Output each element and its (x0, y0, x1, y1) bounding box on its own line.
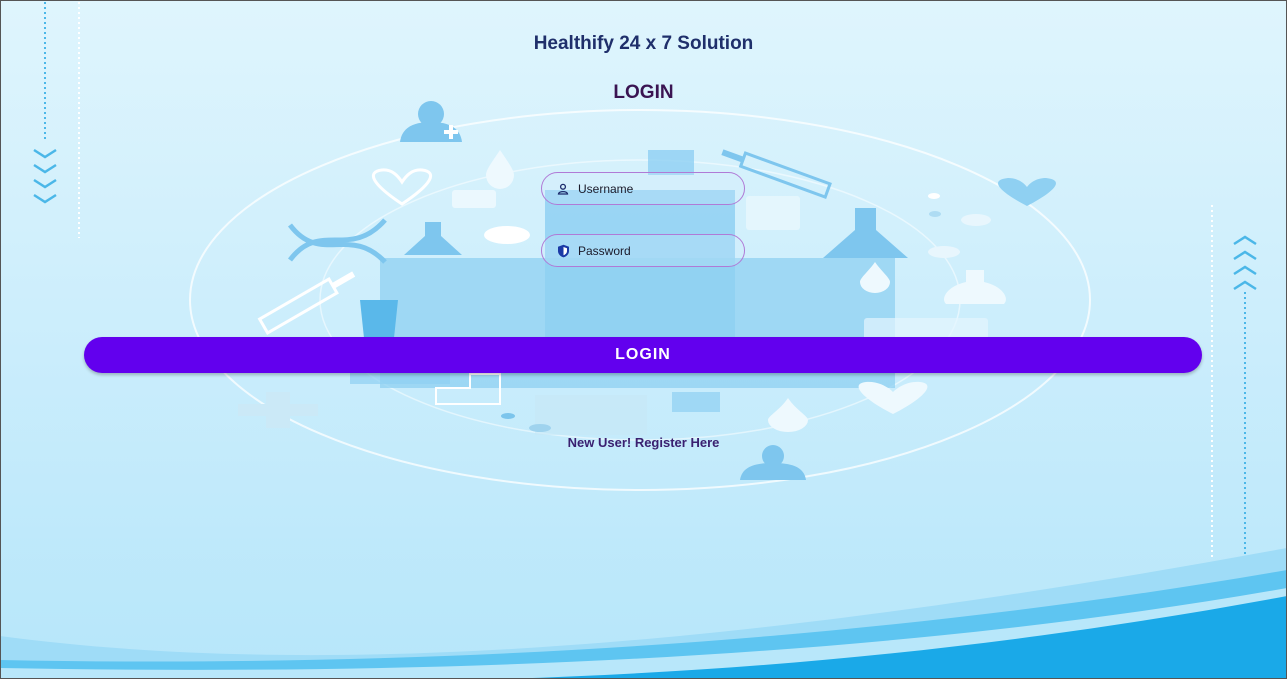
username-field[interactable] (541, 172, 745, 205)
register-link[interactable]: New User! Register Here (0, 435, 1287, 450)
login-heading: LOGIN (613, 82, 674, 103)
password-field[interactable] (541, 234, 745, 267)
shield-icon (556, 244, 570, 258)
username-input[interactable] (578, 181, 728, 196)
password-input[interactable] (578, 243, 728, 258)
login-button[interactable]: LOGIN (84, 337, 1202, 373)
user-icon (556, 182, 570, 196)
app-title: Healthify 24 x 7 Solution (533, 33, 754, 54)
